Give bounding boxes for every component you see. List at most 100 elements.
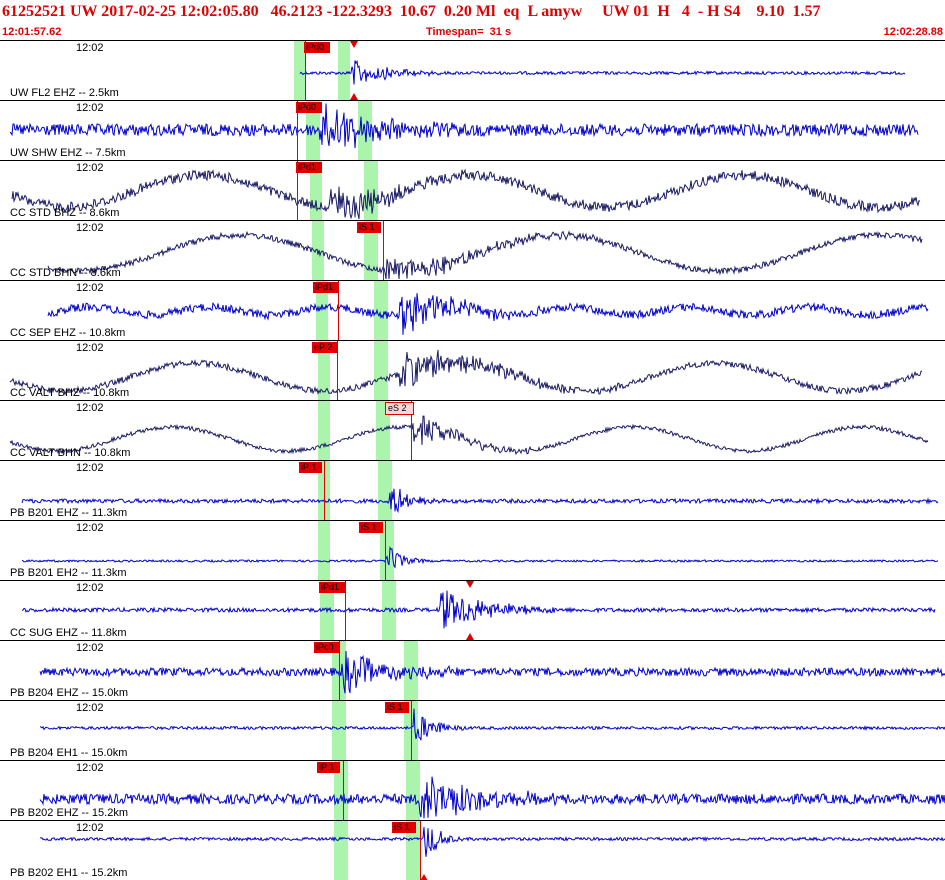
trace-row[interactable]: iS 1 12:02 PB B204 EH1 -- 15.0km (0, 700, 945, 760)
waveform-path (21, 546, 939, 569)
phase-pick-label: iS 1 (385, 702, 409, 713)
trace-label: UW FL2 EHZ -- 2.5km (10, 87, 119, 99)
window-end-time: 12:02:28.88 (883, 26, 943, 38)
trace-label: PB B202 EHZ -- 15.2km (10, 807, 128, 819)
phase-pick-marker[interactable]: iS 1 (357, 221, 384, 280)
phase-pick-label: iPd1 (319, 582, 346, 593)
phase-pick-marker[interactable]: eS 2 (385, 401, 414, 460)
seismogram-panel[interactable]: iPd0 12:02 UW FL2 EHZ -- 2.5km iPd0 12:0… (0, 40, 945, 880)
waveform-path (39, 708, 945, 741)
phase-pick-label: iPd1 (313, 282, 340, 293)
waveform-path (47, 293, 929, 335)
trace-time: 12:02 (76, 222, 104, 234)
phase-pick-label: iPd1 (296, 162, 323, 173)
waveform (21, 546, 939, 569)
trace-time: 12:02 (76, 522, 104, 534)
trace-row[interactable]: iPd1 12:02 CC STD BHZ -- 8.6km (0, 160, 945, 220)
event-header: 61252521 UW 2017-02-25 12:02:05.80 46.21… (0, 0, 945, 40)
phase-pick-marker[interactable]: iPd1 (313, 281, 340, 340)
trace-label: UW SHW EHZ -- 7.5km (10, 147, 126, 159)
trace-label: PB B201 EH2 -- 11.3km (10, 567, 127, 579)
trace-row[interactable]: iPd1 12:02 CC SUG EHZ -- 11.8km (0, 580, 945, 640)
trace-time: 12:02 (76, 42, 104, 54)
trace-time: 12:02 (76, 582, 104, 594)
waveform (9, 349, 922, 396)
trace-time: 12:02 (76, 162, 104, 174)
waveform-path (39, 650, 945, 694)
phase-pick-marker[interactable]: iS 1 (385, 701, 412, 760)
trace-time: 12:02 (76, 702, 104, 714)
trace-label: PB B204 EHZ -- 15.0km (10, 687, 128, 699)
trace-time: 12:02 (76, 102, 104, 114)
waveform-path (47, 230, 923, 280)
trace-row[interactable]: iS 1 12:02 CC STD BHN -- 8.6km (0, 220, 945, 280)
timespan-label: Timespan= 31 s (426, 26, 512, 38)
phase-pick-label: eS 2 (385, 402, 414, 415)
waveform (39, 776, 945, 819)
waveform-path (9, 349, 922, 396)
trace-label: CC STD BHN -- 8.6km (10, 267, 121, 279)
amp-marker-top-icon (466, 581, 474, 588)
waveform-path (21, 488, 939, 514)
phase-pick-label: iPc0 (314, 642, 340, 653)
trace-time: 12:02 (76, 342, 104, 354)
trace-time: 12:02 (76, 282, 104, 294)
waveform (39, 650, 945, 694)
trace-row[interactable]: iPd0 12:02 UW SHW EHZ -- 7.5km (0, 100, 945, 160)
trace-label: PB B204 EH1 -- 15.0km (10, 747, 128, 759)
phase-pick-label: iS 1 (359, 522, 383, 533)
window-start-time: 12:01:57.62 (2, 26, 62, 38)
phase-pick-label: eP 2 (312, 342, 339, 353)
trace-row[interactable]: iS 1 12:02 PB B202 EH1 -- 15.2km (0, 820, 945, 880)
waveform (47, 230, 923, 280)
trace-label: CC SEP EHZ -- 10.8km (10, 327, 126, 339)
trace-time: 12:02 (76, 642, 104, 654)
phase-pick-marker[interactable]: iP 1 (299, 461, 325, 520)
waveform-path (39, 827, 945, 857)
phase-pick-marker[interactable]: eP 2 (312, 341, 339, 400)
phase-pick-label: iS 1 (392, 822, 416, 833)
waveform-path (11, 168, 921, 220)
amp-marker-bottom-icon (350, 93, 358, 100)
waveform-path (39, 776, 945, 819)
phase-pick-marker[interactable]: iPd0 (304, 41, 331, 100)
event-summary-title: 61252521 UW 2017-02-25 12:02:05.80 46.21… (2, 3, 821, 20)
trace-row[interactable]: eS 2 12:02 CC VALT BHN -- 10.8km (0, 400, 945, 460)
trace-row[interactable]: iP 1 12:02 PB B202 EHZ -- 15.2km (0, 760, 945, 820)
phase-pick-marker[interactable]: iPd1 (296, 161, 323, 220)
amp-marker-bottom-icon (466, 633, 474, 640)
trace-time: 12:02 (76, 462, 104, 474)
phase-pick-label: iPd0 (296, 102, 323, 113)
phase-pick-marker[interactable]: iPd0 (296, 101, 323, 160)
trace-row[interactable]: iPd1 12:02 CC SEP EHZ -- 10.8km (0, 280, 945, 340)
trace-row[interactable]: iPc0 12:02 PB B204 EHZ -- 15.0km (0, 640, 945, 700)
phase-pick-marker[interactable]: iP 1 (317, 761, 344, 820)
waveform-path (9, 103, 919, 149)
trace-label: CC STD BHZ -- 8.6km (10, 207, 120, 219)
trace-row[interactable]: iPd0 12:02 UW FL2 EHZ -- 2.5km (0, 40, 945, 100)
trace-time: 12:02 (76, 762, 104, 774)
waveform-path (9, 415, 929, 456)
trace-label: PB B202 EH1 -- 15.2km (10, 867, 128, 879)
phase-pick-marker[interactable]: iPd1 (319, 581, 346, 640)
trace-label: PB B201 EHZ -- 11.3km (10, 507, 128, 519)
trace-label: CC VALT BHN -- 10.8km (10, 447, 131, 459)
waveform (11, 168, 921, 220)
trace-time: 12:02 (76, 402, 104, 414)
phase-pick-marker[interactable]: iS 1 (392, 821, 421, 880)
amp-marker-top-icon (350, 41, 358, 48)
trace-row[interactable]: iP 1 12:02 PB B201 EHZ -- 11.3km (0, 460, 945, 520)
waveform (39, 827, 945, 857)
waveform-path (21, 590, 936, 629)
trace-row[interactable]: iS 1 12:02 PB B201 EH2 -- 11.3km (0, 520, 945, 580)
phase-pick-label: iP 1 (299, 462, 323, 473)
waveform (9, 103, 919, 149)
trace-row[interactable]: eP 2 12:02 CC VALT BHZ -- 10.8km (0, 340, 945, 400)
phase-pick-label: iPd0 (304, 42, 331, 53)
waveform (299, 59, 906, 85)
trace-label: CC VALT BHZ -- 10.8km (10, 387, 130, 399)
phase-pick-marker[interactable]: iS 1 (359, 521, 386, 580)
waveform (47, 293, 929, 335)
phase-pick-marker[interactable]: iPc0 (314, 641, 340, 700)
trace-time: 12:02 (76, 822, 104, 834)
